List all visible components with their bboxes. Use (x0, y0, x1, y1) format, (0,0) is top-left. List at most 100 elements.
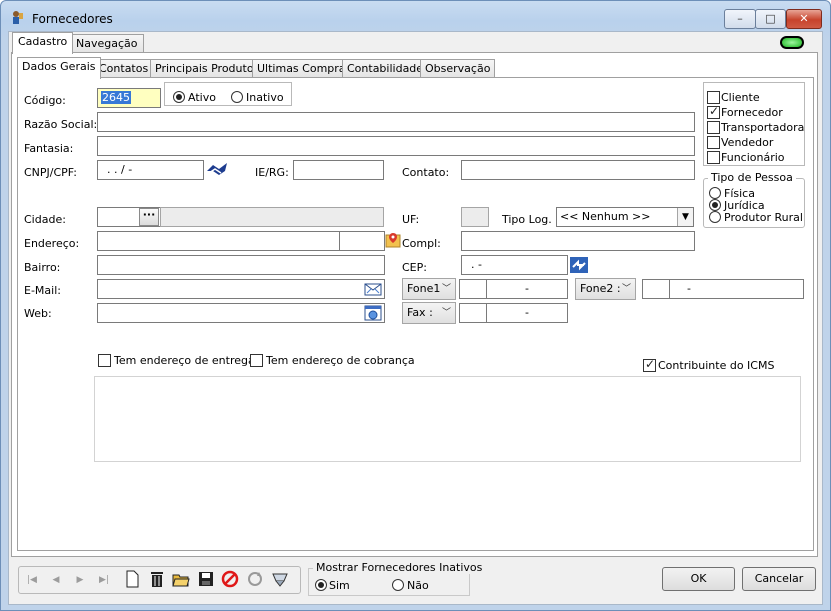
open-icon[interactable] (172, 570, 190, 588)
cep-label: CEP: (402, 261, 427, 274)
new-icon[interactable] (123, 570, 141, 588)
cep-input[interactable]: . - (461, 255, 568, 275)
endereco-input[interactable] (97, 231, 340, 251)
fone2-type-select[interactable]: Fone2 : ﹀ (575, 278, 636, 300)
ie-rg-label: IE/RG: (255, 166, 289, 179)
compl-label: Compl: (402, 237, 441, 250)
chevron-down-icon: ﹀ (621, 284, 631, 294)
chevron-down-icon: ﹀ (441, 284, 451, 294)
cidade-name-field (160, 207, 384, 227)
chevron-down-icon[interactable]: ▼ (677, 208, 693, 226)
tab-contabilidade[interactable]: Contabilidade (342, 59, 429, 78)
entrega-checkbox[interactable] (98, 354, 111, 367)
icms-checkbox[interactable] (643, 357, 656, 372)
tipo-log-value: << Nenhum >> (560, 210, 651, 223)
minimize-button[interactable]: – (724, 9, 756, 29)
save-icon[interactable] (197, 570, 215, 588)
tab-cadastro[interactable]: Cadastro (12, 32, 74, 54)
tipo-log-label: Tipo Log. : (502, 213, 559, 226)
icms-label: Contribuinte do ICMS (658, 359, 775, 372)
fisica-radio[interactable] (709, 187, 721, 199)
cliente-checkbox[interactable] (707, 91, 720, 104)
tab-dados-gerais[interactable]: Dados Gerais (17, 57, 101, 79)
codigo-label: Código: (24, 94, 66, 107)
cliente-label: Cliente (721, 91, 760, 104)
fantasia-input[interactable] (97, 136, 695, 156)
fornecedor-checkbox[interactable] (707, 104, 720, 119)
email-input[interactable] (97, 279, 385, 299)
title-bar: Fornecedores – □ ✕ (1, 1, 830, 33)
funcionario-checkbox[interactable] (707, 151, 720, 164)
fax-ddd-input[interactable] (459, 303, 487, 323)
web-input[interactable] (97, 303, 385, 323)
fax-type-select[interactable]: Fax : ﹀ (402, 302, 456, 324)
ok-button[interactable]: OK (662, 567, 735, 591)
tab-observacao[interactable]: Observação (420, 59, 496, 78)
sim-radio[interactable] (315, 579, 327, 591)
tipo-pessoa-title: Tipo de Pessoa (708, 171, 796, 184)
fone2-input[interactable]: - (669, 279, 804, 299)
delete-icon[interactable] (148, 570, 166, 588)
fone1-label: Fone1 (407, 282, 441, 295)
inactive-group-title: Mostrar Fornecedores Inativos (313, 561, 486, 574)
fone1-mask: - (525, 282, 529, 295)
transportadora-checkbox[interactable] (707, 121, 720, 134)
refresh-icon[interactable] (246, 570, 264, 588)
last-icon[interactable]: ▶| (95, 571, 113, 589)
juridica-radio[interactable] (709, 199, 721, 211)
filter-icon[interactable] (271, 570, 289, 588)
close-button[interactable]: ✕ (786, 9, 822, 29)
razao-social-input[interactable] (97, 112, 695, 132)
vendedor-label: Vendedor (721, 136, 774, 149)
ativo-label: Ativo (188, 91, 216, 104)
cancelar-button[interactable]: Cancelar (742, 567, 816, 591)
entrega-label: Tem endereço de entrega (114, 354, 255, 367)
bairro-input[interactable] (97, 255, 385, 275)
tab-navegacao[interactable]: Navegação (70, 34, 144, 53)
fone1-type-select[interactable]: Fone1 ﹀ (402, 278, 456, 300)
codigo-value: 2645 (101, 91, 131, 104)
first-icon[interactable]: |◀ (23, 571, 41, 589)
email-label: E-Mail: (24, 284, 61, 297)
tipo-log-select[interactable]: << Nenhum >> ▼ (556, 207, 694, 227)
fax-label: Fax : (407, 306, 433, 319)
tab-ultimas-compras[interactable]: Ultimas Compras (252, 59, 357, 78)
fone1-input[interactable]: - (486, 279, 568, 299)
window-title: Fornecedores (32, 12, 113, 26)
compl-input[interactable] (461, 231, 695, 251)
cidade-search-button[interactable]: ··· (139, 208, 159, 226)
tab-principais-produtos[interactable]: Principais Produtos (150, 59, 265, 78)
produtor-rural-radio[interactable] (709, 211, 721, 223)
contato-input[interactable] (461, 160, 695, 180)
chevron-down-icon: ﹀ (441, 308, 451, 318)
inativo-label: Inativo (246, 91, 284, 104)
next-icon[interactable]: ▶ (71, 571, 89, 589)
ativo-radio[interactable] (173, 91, 185, 103)
ie-rg-input[interactable] (293, 160, 384, 180)
endereco-label: Endereço: (24, 237, 80, 250)
window: Fornecedores – □ ✕ Cadastro Navegação Da… (0, 0, 831, 611)
send-email-icon[interactable] (364, 281, 382, 297)
web-label: Web: (24, 307, 52, 320)
tab-contatos[interactable]: Contatos (94, 59, 154, 78)
funcionario-label: Funcionário (721, 151, 785, 164)
cnpj-mask: . . / - (107, 163, 133, 176)
fax-input[interactable]: - (486, 303, 568, 323)
map-icon[interactable] (385, 232, 401, 249)
cancel-icon[interactable] (221, 570, 239, 588)
vendedor-checkbox[interactable] (707, 136, 720, 149)
numero-input[interactable] (339, 231, 385, 251)
inativo-radio[interactable] (231, 91, 243, 103)
maximize-button[interactable]: □ (755, 9, 786, 29)
fone2-ddd-input[interactable] (642, 279, 670, 299)
transportadora-label: Transportadora (721, 121, 805, 134)
cnpj-input[interactable]: . . / - (97, 160, 204, 180)
browser-icon[interactable] (364, 305, 382, 321)
receita-federal-icon[interactable] (205, 161, 229, 179)
prev-icon[interactable]: ◀ (47, 571, 65, 589)
cep-lookup-icon[interactable] (570, 257, 588, 273)
codigo-input[interactable]: 2645 (97, 88, 161, 108)
nao-radio[interactable] (392, 579, 404, 591)
cobranca-checkbox[interactable] (250, 354, 263, 367)
fone1-ddd-input[interactable] (459, 279, 487, 299)
